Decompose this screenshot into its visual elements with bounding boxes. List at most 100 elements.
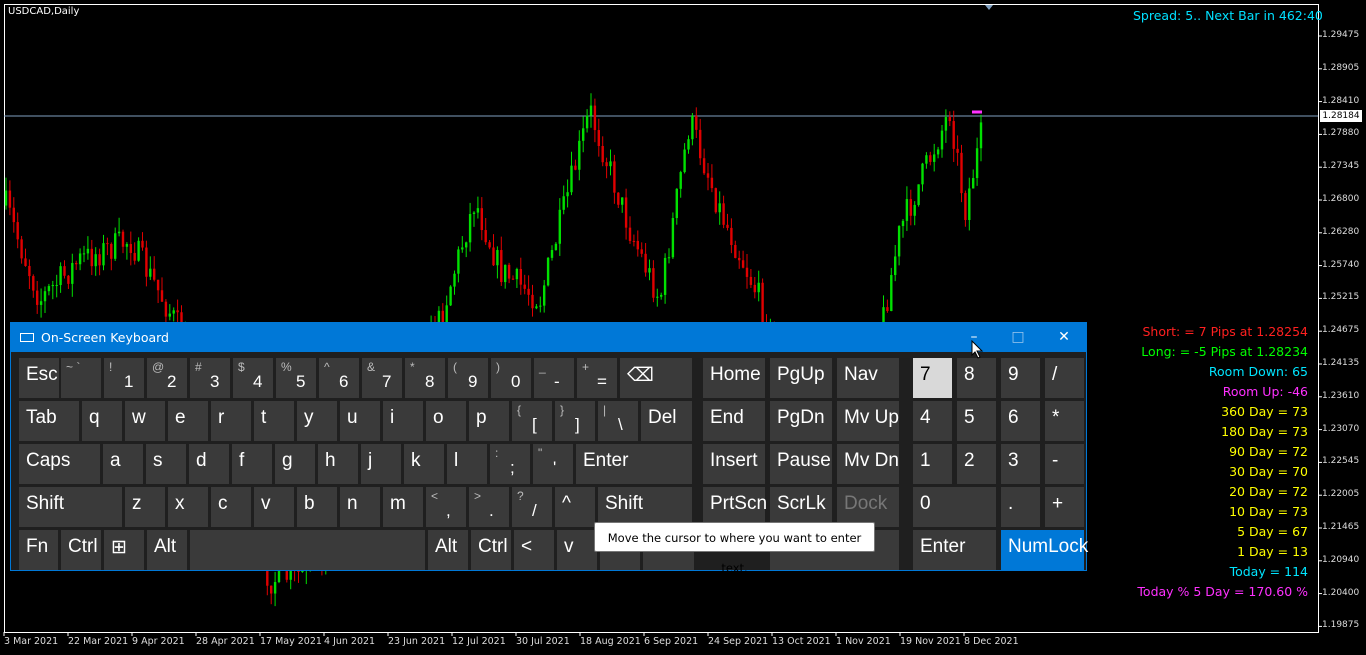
key-end[interactable]: End <box>703 401 765 441</box>
key-m[interactable]: m <box>383 487 423 527</box>
key-p[interactable]: p <box>469 401 509 441</box>
key-insert[interactable]: Insert <box>703 444 765 484</box>
key-pgup[interactable]: PgUp <box>770 358 832 398</box>
key-o[interactable]: o <box>426 401 466 441</box>
key-np5[interactable]: 5 <box>957 401 996 441</box>
key-w[interactable]: w <box>125 401 165 441</box>
key-del[interactable]: Del <box>641 401 692 441</box>
key-np1[interactable]: 1 <box>913 444 952 484</box>
key-k[interactable]: k <box>404 444 444 484</box>
key-v[interactable]: v <box>254 487 294 527</box>
key-slash[interactable]: ? / <box>512 487 552 527</box>
key-s[interactable]: s <box>146 444 186 484</box>
key-label: ^ <box>562 493 571 514</box>
key-np3[interactable]: 3 <box>1001 444 1040 484</box>
key-fn[interactable]: Fn <box>19 530 58 570</box>
key-mvdn[interactable]: Mv Dn <box>837 444 899 484</box>
key-numlock[interactable]: NumLock <box>1001 530 1088 570</box>
key-np0[interactable]: 0 <box>913 487 996 527</box>
key-np4[interactable]: 4 <box>913 401 952 441</box>
key-win[interactable]: ⊞ <box>104 530 144 570</box>
key-dock[interactable]: Dock <box>837 487 899 527</box>
key-9[interactable]: (9 <box>448 358 488 398</box>
key-5[interactable]: % 5 <box>276 358 316 398</box>
key-np7[interactable]: 7 <box>913 358 952 398</box>
key-backspace[interactable]: ⌫ <box>620 358 692 398</box>
key-home[interactable]: Home <box>703 358 765 398</box>
key-6[interactable]: ^ 6 <box>319 358 359 398</box>
key-1[interactable]: ! 1 <box>104 358 144 398</box>
key-lbracket[interactable]: {[ <box>512 401 552 441</box>
close-button[interactable]: ✕ <box>1041 323 1087 352</box>
key-0[interactable]: ) 0 <box>491 358 531 398</box>
key-npplus[interactable]: + <box>1045 487 1084 527</box>
key-rbracket[interactable]: }] <box>555 401 595 441</box>
key-e[interactable]: e <box>168 401 208 441</box>
key-pgdn[interactable]: PgDn <box>770 401 832 441</box>
key-caps[interactable]: Caps <box>19 444 100 484</box>
key-down[interactable]: v <box>557 530 597 570</box>
key-tab[interactable]: Tab <box>19 401 79 441</box>
key-period[interactable]: >. <box>469 487 509 527</box>
key-np9[interactable]: 9 <box>1001 358 1040 398</box>
key-npdot[interactable]: . <box>1001 487 1040 527</box>
key-y[interactable]: y <box>297 401 337 441</box>
key-lalt[interactable]: Alt <box>147 530 187 570</box>
key-h[interactable]: h <box>318 444 358 484</box>
key-i[interactable]: i <box>383 401 423 441</box>
key-j[interactable]: j <box>361 444 401 484</box>
key-npmul[interactable]: * <box>1045 401 1084 441</box>
key-l[interactable]: l <box>447 444 487 484</box>
key-u[interactable]: u <box>340 401 380 441</box>
key-np2[interactable]: 2 <box>957 444 996 484</box>
key-esc[interactable]: Esc <box>19 358 59 398</box>
key-left[interactable]: < <box>514 530 554 570</box>
key-label: s <box>153 450 163 471</box>
key-rshift[interactable]: Shift <box>598 487 692 527</box>
key-np6[interactable]: 6 <box>1001 401 1040 441</box>
key-x[interactable]: x <box>168 487 208 527</box>
key-backslash[interactable]: | \ <box>598 401 638 441</box>
key-4[interactable]: $4 <box>233 358 273 398</box>
osk-titlebar[interactable]: On-Screen Keyboard – □ ✕ <box>11 323 1086 352</box>
key-q[interactable]: q <box>82 401 122 441</box>
key-d[interactable]: d <box>189 444 229 484</box>
key-npenter[interactable]: Enter <box>913 530 996 570</box>
key-r[interactable]: r <box>211 401 251 441</box>
key-space[interactable] <box>190 530 425 570</box>
key-c[interactable]: c <box>211 487 251 527</box>
key-mvup[interactable]: Mv Up <box>837 401 899 441</box>
key-enter[interactable]: Enter <box>576 444 692 484</box>
key-equals[interactable]: + = <box>577 358 617 398</box>
key-scrlk[interactable]: ScrLk <box>770 487 832 527</box>
key-lctrl[interactable]: Ctrl <box>61 530 101 570</box>
on-screen-keyboard-window[interactable]: On-Screen Keyboard – □ ✕ Esc ~ `! 1 @2 #3 $4%… <box>10 322 1088 571</box>
key-3[interactable]: #3 <box>190 358 230 398</box>
key-lshift[interactable]: Shift <box>19 487 122 527</box>
key-np8[interactable]: 8 <box>957 358 996 398</box>
key-f[interactable]: f <box>232 444 272 484</box>
key-t[interactable]: t <box>254 401 294 441</box>
key-ralt[interactable]: Alt <box>428 530 468 570</box>
key-b[interactable]: b <box>297 487 337 527</box>
key-g[interactable]: g <box>275 444 315 484</box>
key-n[interactable]: n <box>340 487 380 527</box>
key-quote[interactable]: " ' <box>533 444 573 484</box>
key-prtscn[interactable]: PrtScn <box>703 487 767 527</box>
key-minus[interactable]: _ - <box>534 358 574 398</box>
key-rctrl[interactable]: Ctrl <box>471 530 511 570</box>
key-z[interactable]: z <box>125 487 165 527</box>
key-pause[interactable]: Pause <box>770 444 832 484</box>
key-nav[interactable]: Nav <box>837 358 899 398</box>
key-7[interactable]: & 7 <box>362 358 402 398</box>
key-npminus[interactable]: - <box>1045 444 1084 484</box>
key-2[interactable]: @2 <box>147 358 187 398</box>
key-backtick[interactable]: ~ ` <box>61 358 101 398</box>
key-comma[interactable]: <, <box>426 487 466 527</box>
key-up[interactable]: ^ <box>555 487 595 527</box>
key-a[interactable]: a <box>103 444 143 484</box>
maximize-button[interactable]: □ <box>995 323 1041 352</box>
key-npdiv[interactable]: / <box>1045 358 1084 398</box>
key-semicolon[interactable]: :; <box>490 444 530 484</box>
key-8[interactable]: * 8 <box>405 358 445 398</box>
